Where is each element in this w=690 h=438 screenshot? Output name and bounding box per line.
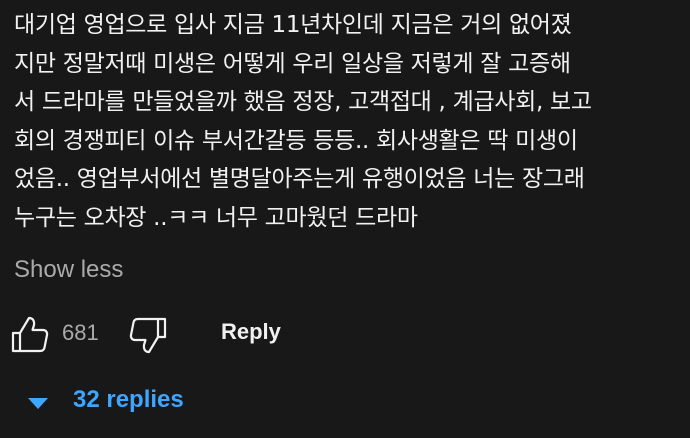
show-less-button[interactable]: Show less xyxy=(14,256,123,284)
comment-line: 누구는 오차장 ..ㅋㅋ 너무 고마웠던 드라마 xyxy=(14,204,418,231)
dislike-button[interactable] xyxy=(128,316,168,356)
view-replies-button[interactable]: 32 replies xyxy=(24,383,264,423)
reply-button[interactable]: Reply xyxy=(221,319,281,345)
caret-down-icon xyxy=(28,398,48,409)
comment-line: 대기업 영업으로 입사 지금 11년차인데 지금은 거의 없어졌 xyxy=(14,12,572,38)
thumbs-up-icon xyxy=(11,316,49,353)
comment-line: 서 드라마를 만들었을까 했음 정장, 고객접대 , 계급사회, 보고 xyxy=(14,89,592,115)
comment-actions: 681 Reply xyxy=(10,314,670,354)
comment-line: 었음.. 영업부서에선 별명달아주는게 유행이었음 너는 장그래 xyxy=(14,166,585,192)
thumbs-down-icon xyxy=(129,317,167,354)
like-button[interactable] xyxy=(10,314,50,354)
comment-text: 대기업 영업으로 입사 지금 11년차인데 지금은 거의 없어졌 지만 정말저때… xyxy=(14,6,682,237)
comment-line: 지만 정말저때 미생은 어떻게 우리 일상을 저렇게 잘 고증해 xyxy=(14,50,571,77)
comment-line: 회의 경쟁피티 이슈 부서간갈등 등등.. 회사생활은 딱 미생이 xyxy=(14,127,578,154)
replies-count-label: 32 replies xyxy=(73,386,184,413)
like-count: 681 xyxy=(62,320,99,345)
